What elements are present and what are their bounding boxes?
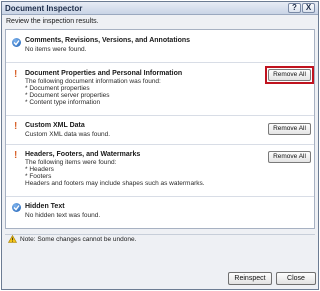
section-line: No hidden text was found. [25, 212, 101, 219]
section-line: Headers and footers may include shapes s… [25, 180, 205, 187]
exclamation-icon: ! [14, 121, 18, 132]
section-title: Comments, Revisions, Versions, and Annot… [25, 37, 191, 44]
close-button[interactable]: Close [276, 272, 316, 285]
exclamation-icon: ! [14, 69, 18, 80]
section-line: * Footers [25, 173, 52, 180]
section-line: * Document properties [25, 85, 90, 92]
remove-all-document-properties-button[interactable]: Remove All [268, 69, 311, 81]
title-bar: Document Inspector ? X [2, 2, 318, 15]
section-line: * Document server properties [25, 92, 110, 99]
remove-all-headers-footers-button[interactable]: Remove All [268, 151, 311, 163]
dialog-title: Document Inspector [5, 4, 83, 13]
reinspect-button[interactable]: Reinspect [228, 272, 272, 285]
section-line: Custom XML data was found. [25, 131, 111, 138]
check-circle-icon [12, 38, 21, 47]
section-title: Hidden Text [25, 203, 65, 210]
result-comments-revisions: Comments, Revisions, Versions, and Annot… [6, 30, 314, 63]
section-line: * Content type information [25, 99, 101, 106]
warning-triangle-icon [7, 234, 18, 243]
exclamation-icon: ! [14, 150, 18, 161]
section-title: Document Properties and Personal Informa… [25, 70, 183, 77]
section-line: * Headers [25, 166, 54, 173]
result-document-properties: ! Document Properties and Personal Infor… [6, 64, 314, 116]
section-line: No items were found. [25, 46, 87, 53]
undo-warning-note: Note: Some changes cannot be undone. [20, 236, 137, 243]
instructions-text: Review the inspection results. [6, 18, 99, 25]
window-close-button[interactable]: X [302, 3, 315, 13]
result-hidden-text: Hidden Text No hidden text was found. [6, 198, 314, 228]
result-headers-footers: ! Headers, Footers, and Watermarks The f… [6, 146, 314, 197]
section-title: Custom XML Data [25, 122, 85, 129]
result-custom-xml: ! Custom XML Data Custom XML data was fo… [6, 117, 314, 145]
remove-all-custom-xml-button[interactable]: Remove All [268, 123, 311, 135]
help-button[interactable]: ? [288, 3, 301, 13]
check-circle-icon [12, 203, 21, 212]
section-line: The following items were found: [25, 159, 117, 166]
footer-divider [5, 234, 315, 235]
section-title: Headers, Footers, and Watermarks [25, 151, 141, 158]
document-inspector-dialog: Document Inspector ? X Review the inspec… [1, 1, 319, 290]
results-panel: Comments, Revisions, Versions, and Annot… [5, 29, 315, 229]
section-line: The following document information was f… [25, 78, 161, 85]
